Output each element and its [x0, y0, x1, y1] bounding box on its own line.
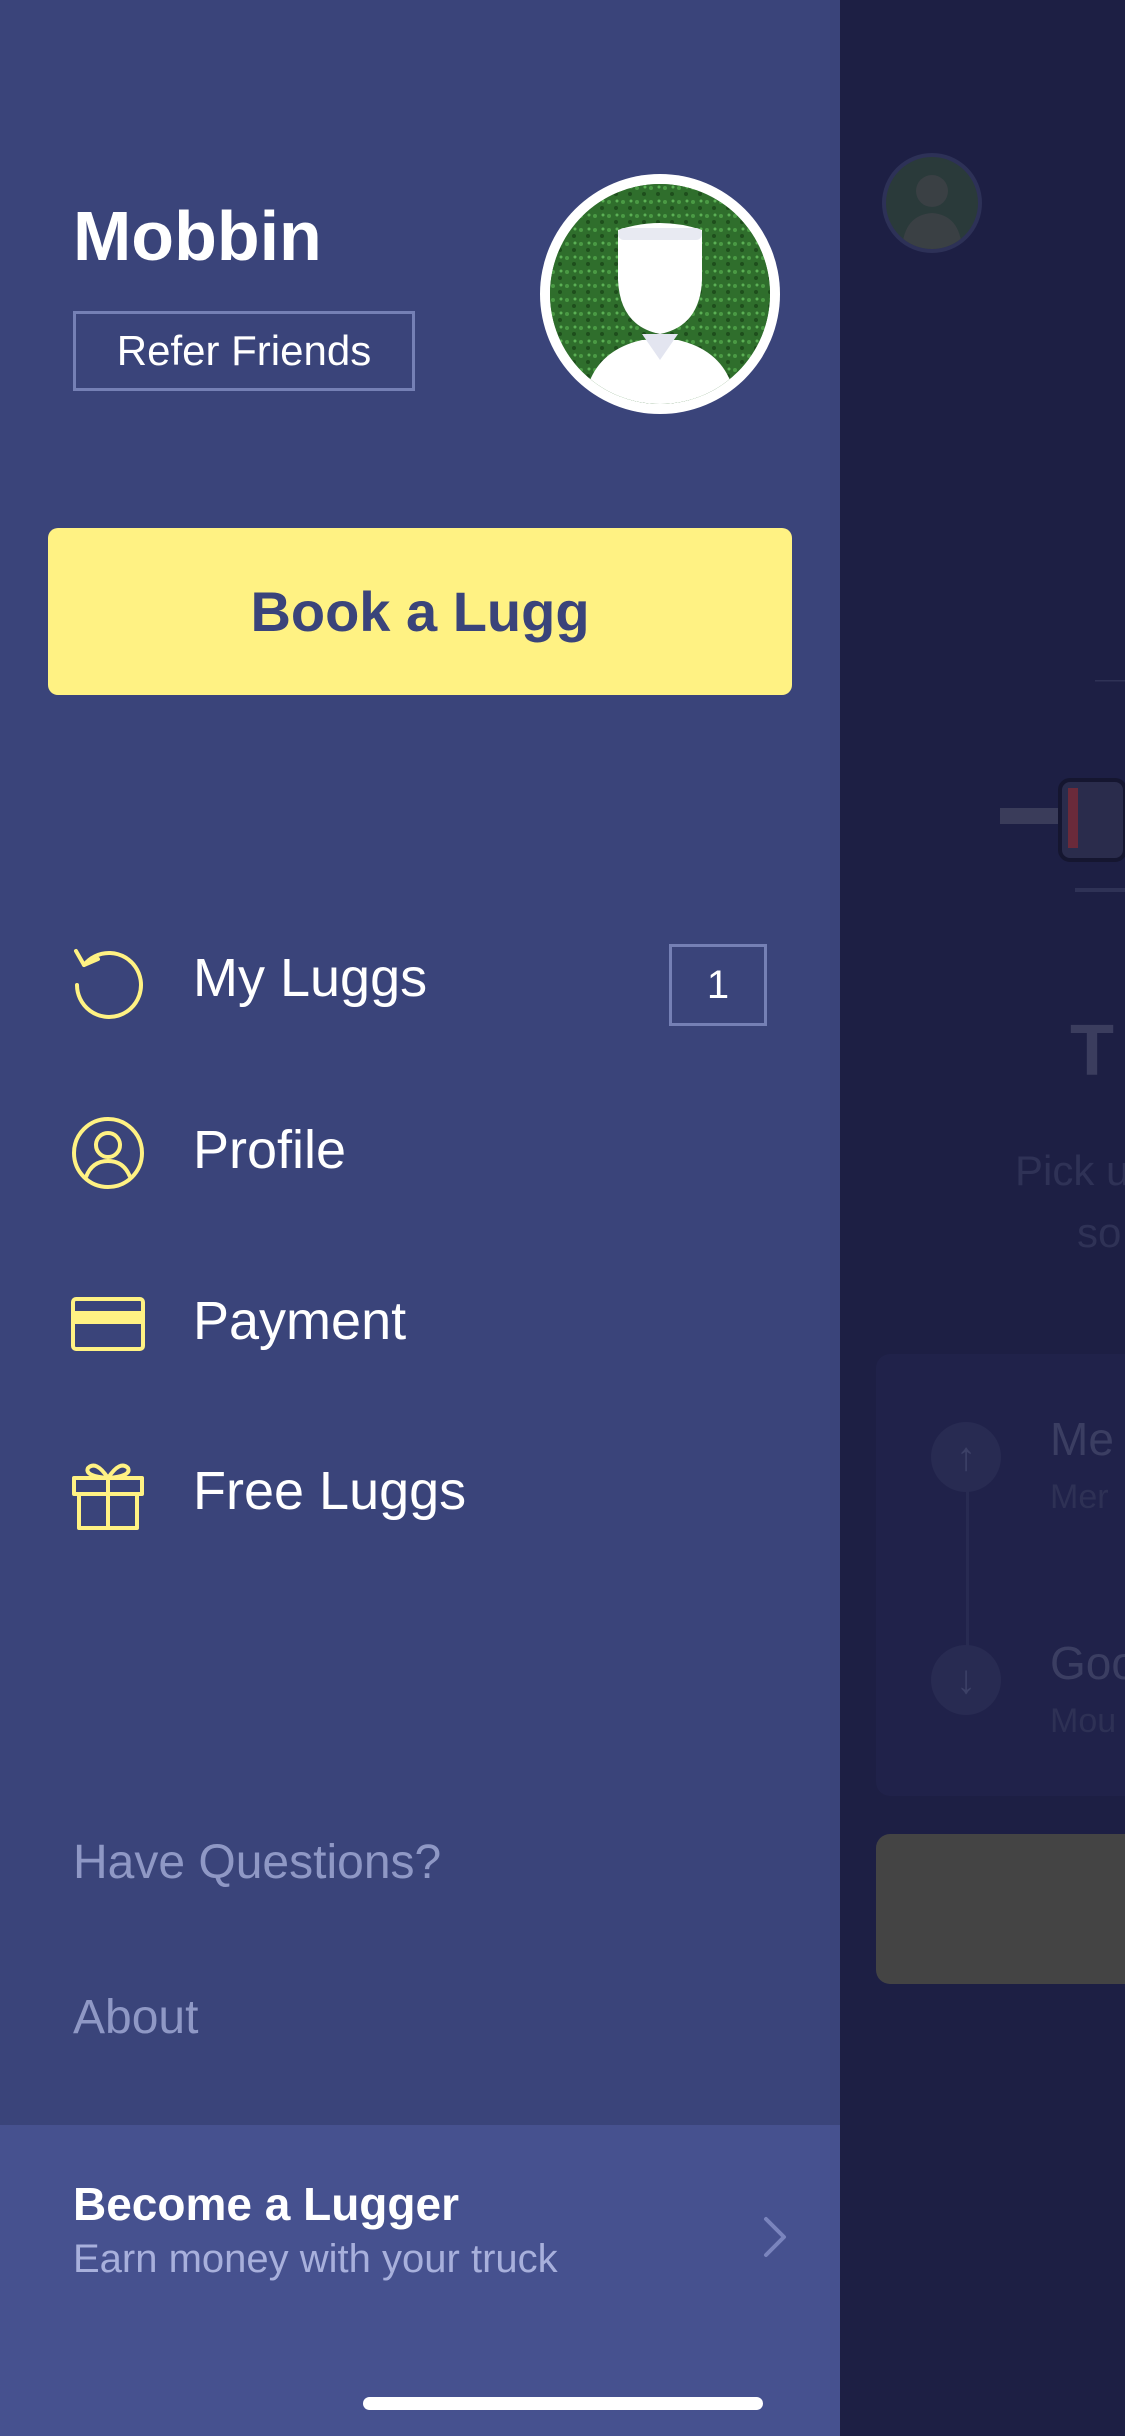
menu-label-payment: Payment — [193, 1291, 407, 1351]
arrow-up-icon: ↑ — [931, 1422, 1001, 1492]
background-subtitle: Pick u so — [1015, 1147, 1125, 1256]
promo-title: Become a Lugger — [73, 2178, 459, 2230]
pickup-title: Me — [1050, 1413, 1114, 1465]
background-title: T — [1070, 1011, 1114, 1091]
truck-illustration — [1000, 678, 1125, 905]
my-luggs-count-badge: 1 — [669, 944, 767, 1026]
profile-icon — [70, 1115, 146, 1191]
avatar-image — [550, 184, 770, 404]
have-questions-link[interactable]: Have Questions? — [73, 1835, 441, 1890]
user-name: Mobbin — [73, 197, 322, 275]
home-indicator — [363, 2397, 763, 2410]
book-a-lugg-button[interactable]: Book a Lugg — [48, 528, 792, 695]
menu-label-profile: Profile — [193, 1120, 347, 1180]
background-action-button — [876, 1834, 1125, 1984]
dropoff-title: Goo — [1050, 1637, 1125, 1689]
arrow-down-icon: ↓ — [931, 1645, 1001, 1715]
history-icon — [70, 943, 146, 1019]
promo-subtitle: Earn money with your truck — [73, 2237, 558, 2281]
avatar[interactable] — [540, 174, 780, 414]
become-a-lugger-banner[interactable]: Become a Lugger Earn money with your tru… — [0, 2125, 840, 2436]
chevron-right-icon — [756, 2207, 796, 2267]
menu-item-profile[interactable]: Profile — [0, 1097, 840, 1207]
refer-friends-button[interactable]: Refer Friends — [73, 311, 415, 391]
menu-item-payment[interactable]: Payment — [0, 1268, 840, 1378]
pickup-subtitle: Mer — [1050, 1478, 1109, 1516]
menu-label-my-luggs: My Luggs — [193, 948, 428, 1008]
menu-label-free-luggs: Free Luggs — [193, 1461, 467, 1521]
gift-icon — [70, 1456, 146, 1532]
route-line — [966, 1490, 969, 1650]
about-link[interactable]: About — [73, 1990, 198, 2045]
dropoff-subtitle: Mou — [1050, 1702, 1117, 1740]
credit-card-icon — [70, 1286, 146, 1362]
background-avatar — [882, 153, 982, 253]
side-drawer: Mobbin Refer Friends Book a Lugg My Lugg… — [0, 0, 840, 2436]
menu-item-free-luggs[interactable]: Free Luggs — [0, 1438, 840, 1548]
